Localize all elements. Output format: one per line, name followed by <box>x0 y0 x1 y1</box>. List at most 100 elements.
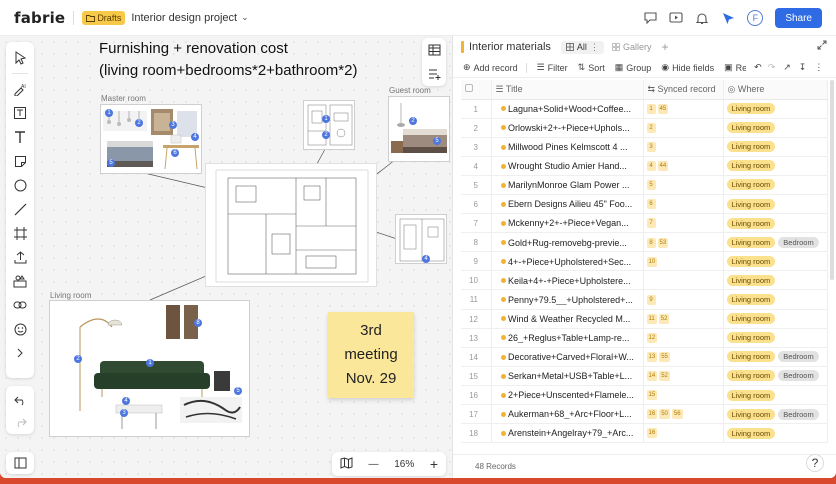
row-index-cell[interactable]: 13 <box>461 328 492 348</box>
synced-chip[interactable]: 44 <box>657 161 669 172</box>
table-row[interactable]: 10 Keila+4+-+Piece+Upholstere... Living r… <box>461 270 828 291</box>
add-record-button[interactable]: ⊕ Add record <box>463 62 518 73</box>
where-cell[interactable]: Living room <box>723 423 828 444</box>
synced-chip[interactable]: 13 <box>646 352 658 363</box>
where-tag[interactable]: Living room <box>726 103 776 115</box>
where-cell[interactable]: Living room <box>723 385 828 406</box>
hide-fields-button[interactable]: ◉ Hide fields <box>661 62 714 73</box>
table-row[interactable]: 3 Millwood Pines Kelmscott 4 ... 3 Living … <box>461 137 828 157</box>
synced-chip[interactable]: 45 <box>657 103 669 114</box>
title-cell[interactable]: Gold+Rug-removebg-previe... <box>491 232 644 253</box>
where-cell[interactable]: Living room <box>723 289 828 310</box>
column-synced[interactable]: ⇆ Synced record <box>643 80 724 100</box>
row-index-cell[interactable]: 8 <box>461 232 492 253</box>
emoji-icon[interactable] <box>10 318 30 340</box>
table-row[interactable]: 17 Aukerman+68_+Arc+Floor+L... 16 50 56 Livi… <box>461 404 828 425</box>
circle-shape-icon[interactable] <box>10 174 30 196</box>
synced-chip[interactable]: 14 <box>646 371 658 382</box>
where-tag[interactable]: Living room <box>726 122 776 134</box>
scrollbar[interactable] <box>830 80 834 280</box>
add-view-icon[interactable]: + <box>661 40 668 54</box>
where-tag[interactable]: Living room <box>726 141 776 153</box>
title-cell[interactable]: Wrought Studio Amier Hand... <box>491 156 644 176</box>
project-name[interactable]: Interior design project <box>131 12 237 24</box>
synced-cell[interactable]: 4 44 <box>643 156 724 176</box>
synced-cell[interactable]: 9 <box>643 289 724 310</box>
synced-chip[interactable]: 50 <box>659 409 670 420</box>
ai-pen-icon[interactable]: AI <box>10 78 30 100</box>
export-icon[interactable]: ↧ <box>799 62 807 73</box>
where-tag[interactable]: Living room <box>726 217 776 229</box>
share-out-icon[interactable]: ↗ <box>783 62 791 73</box>
synced-cell[interactable]: 11 52 <box>643 309 724 329</box>
row-index-cell[interactable]: 4 <box>461 156 492 176</box>
zoom-in-button[interactable]: + <box>430 456 438 472</box>
table-row[interactable]: 1 Laguna+Solid+Wood+Coffee... 1 45 Living r… <box>461 99 828 119</box>
synced-cell[interactable]: 2 <box>643 118 724 138</box>
where-cell[interactable]: Living room Bedroom <box>723 366 828 386</box>
row-index-cell[interactable]: 2 <box>461 118 492 138</box>
sticky-note-icon[interactable] <box>10 150 30 172</box>
app-logo[interactable]: fabrie <box>14 9 65 27</box>
marker-badge[interactable]: 1 <box>146 359 154 367</box>
table-row[interactable]: 2 Orlowski+2+-+Piece+Uphols... 2 Living ro… <box>461 118 828 138</box>
marker-badge[interactable]: 3 <box>120 409 128 417</box>
frame-icon[interactable] <box>10 222 30 244</box>
table-row[interactable]: 7 Mckenny+2+-+Piece+Vegan... 7 Living room <box>461 213 828 234</box>
synced-cell[interactable]: 15 <box>643 385 724 406</box>
where-tag[interactable]: Living room <box>726 255 776 267</box>
marker-badge[interactable]: 4 <box>122 397 130 405</box>
filter-button[interactable]: ☰ Filter <box>537 62 568 73</box>
panel-title[interactable]: Interior materials <box>469 41 551 53</box>
where-cell[interactable]: Living room Bedroom <box>723 232 828 253</box>
group-button[interactable]: ▦ Group <box>615 62 652 73</box>
undo-icon[interactable] <box>10 391 30 411</box>
living-room-board[interactable]: 2 1 8 3 4 5 <box>49 300 250 437</box>
where-tag[interactable]: Living room <box>726 332 776 344</box>
marker-badge[interactable]: 8 <box>194 319 202 327</box>
row-index-cell[interactable]: 1 <box>461 99 492 119</box>
title-cell[interactable]: Orlowski+2+-+Piece+Uphols... <box>491 118 644 138</box>
synced-chip[interactable]: 15 <box>646 390 658 401</box>
synced-chip[interactable]: 12 <box>646 332 658 343</box>
title-cell[interactable]: Millwood Pines Kelmscott 4 ... <box>491 137 644 157</box>
select-cursor-icon[interactable] <box>10 47 30 69</box>
synced-cell[interactable]: 13 55 <box>643 347 724 367</box>
where-tag[interactable]: Living room <box>726 198 776 210</box>
where-tag[interactable]: Bedroom <box>778 236 819 248</box>
sticky-note[interactable]: 3rd meeting Nov. 29 <box>328 312 414 398</box>
synced-cell[interactable]: 6 <box>643 194 724 215</box>
line-icon[interactable] <box>10 198 30 220</box>
where-cell[interactable]: Living room <box>723 99 828 119</box>
synced-chip[interactable]: 56 <box>671 409 683 420</box>
zoom-level[interactable]: 16% <box>394 459 414 470</box>
marker-badge[interactable]: 5 <box>107 159 115 167</box>
title-cell[interactable]: Mckenny+2+-+Piece+Vegan... <box>491 213 644 234</box>
panel-toggle-button[interactable] <box>6 452 34 474</box>
tab-all[interactable]: All ⋮ <box>560 40 604 54</box>
bathroom-board[interactable]: 1 2 <box>303 100 355 150</box>
where-cell[interactable]: Living room <box>723 270 828 291</box>
table-view-icon[interactable] <box>424 39 444 61</box>
row-index-cell[interactable]: 18 <box>461 423 492 444</box>
synced-chip[interactable]: 11 <box>646 313 657 324</box>
synced-chip[interactable]: 8 <box>646 237 656 248</box>
table-row[interactable]: 11 Penny+79.5__+Upholstered+... 9 Living r… <box>461 289 828 310</box>
synced-chip[interactable]: 3 <box>646 142 656 153</box>
present-icon[interactable] <box>669 11 683 25</box>
synced-chip[interactable]: 9 <box>646 294 656 305</box>
column-where[interactable]: ◎ Where <box>723 80 828 100</box>
synced-chip[interactable]: 4 <box>646 161 656 172</box>
synced-cell[interactable]: 14 52 <box>643 366 724 386</box>
marker-badge[interactable]: 2 <box>135 119 143 127</box>
more-tools-chevron-icon[interactable] <box>10 342 30 364</box>
marker-badge[interactable]: 2 <box>74 355 82 363</box>
where-tag[interactable]: Living room <box>726 370 776 382</box>
where-tag[interactable]: Living room <box>726 274 776 286</box>
where-cell[interactable]: Living room <box>723 194 828 215</box>
upload-icon[interactable] <box>10 246 30 268</box>
title-cell[interactable]: 26_+Reglus+Table+Lamp-re... <box>491 328 644 348</box>
table-row[interactable]: 13 26_+Reglus+Table+Lamp-re... 12 Living r… <box>461 328 828 348</box>
where-cell[interactable]: Living room <box>723 309 828 329</box>
where-tag[interactable]: Living room <box>726 351 776 363</box>
